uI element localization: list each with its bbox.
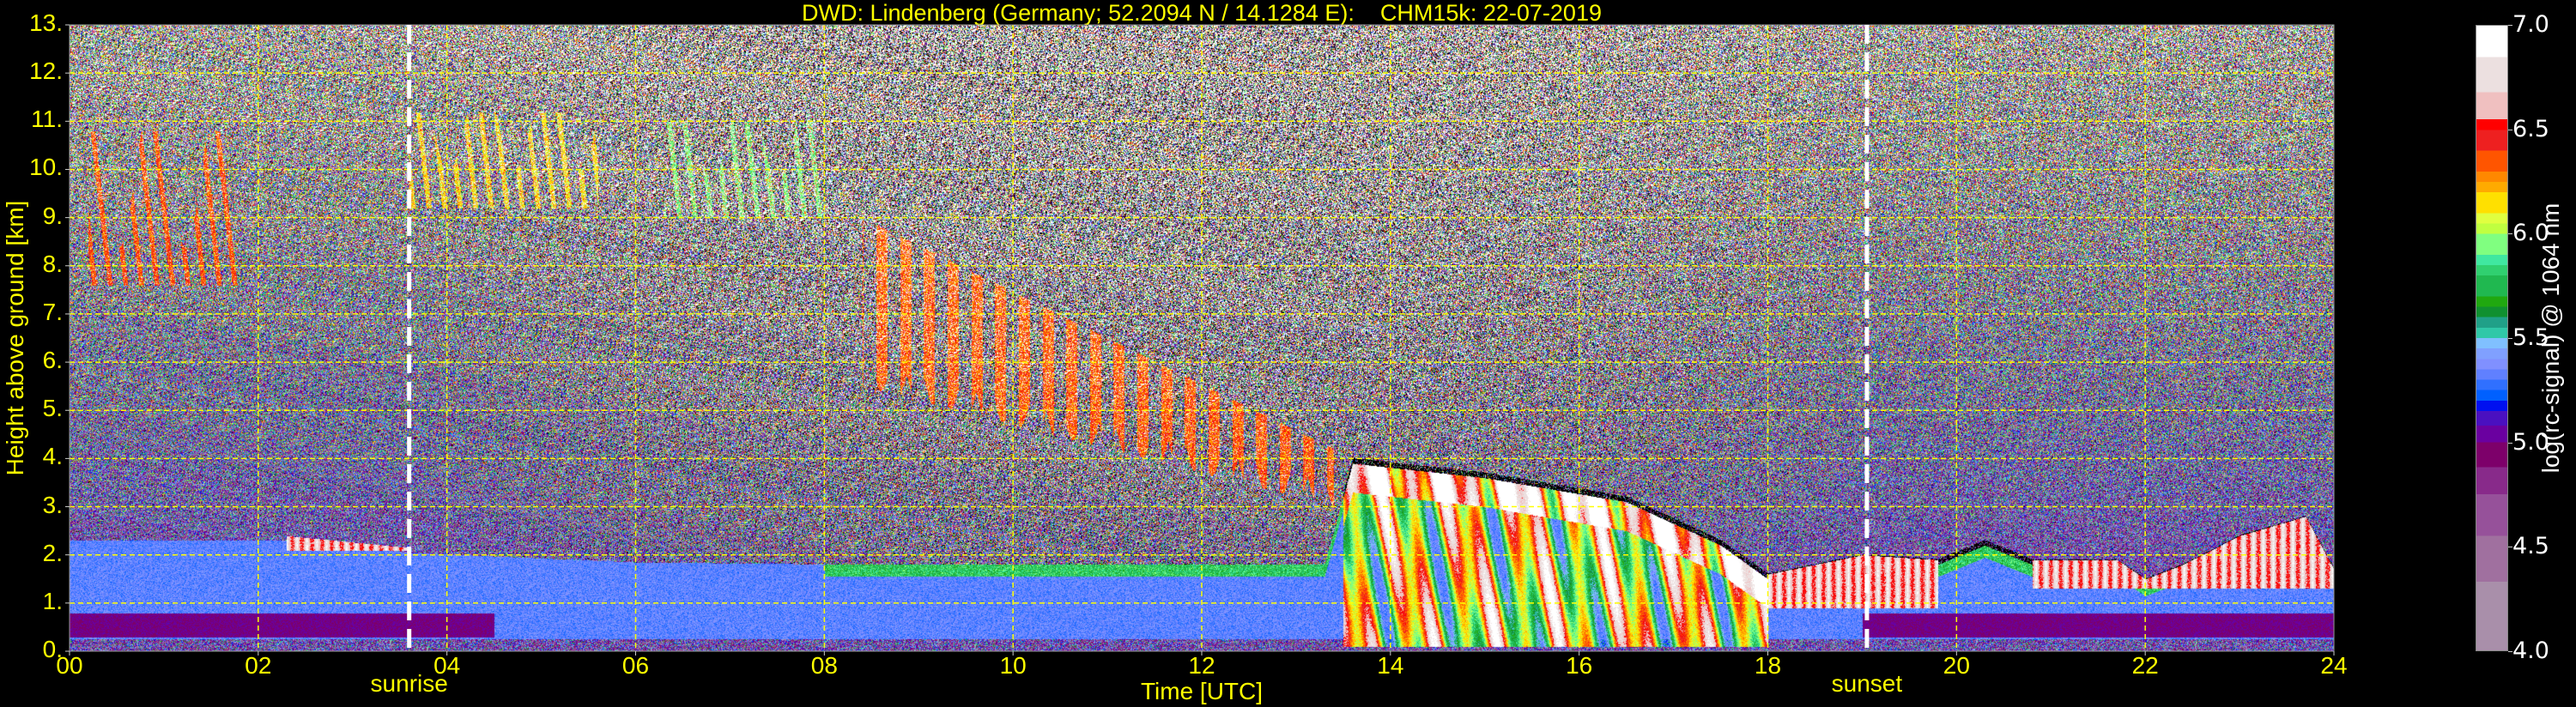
sunrise-label: sunrise bbox=[370, 670, 448, 697]
y-tick-label: 9. bbox=[42, 202, 63, 229]
colorbar-label: log(rc-signal) @ 1064 nm bbox=[2537, 202, 2564, 474]
plot-overlay bbox=[65, 24, 2335, 656]
y-tick-label: 5. bbox=[42, 395, 63, 422]
y-tick-label: 4. bbox=[42, 443, 63, 470]
y-tick-label: 11. bbox=[31, 106, 63, 133]
colorbar-tick-label: 7.0 bbox=[2512, 11, 2549, 38]
y-tick-label: 12. bbox=[29, 57, 63, 85]
y-tick-label: 3. bbox=[42, 491, 63, 518]
x-axis-label: Time [UTC] bbox=[1140, 678, 1264, 704]
colorbar-tick-label: 4.5 bbox=[2512, 533, 2549, 560]
x-tick-label: 12 bbox=[1188, 652, 1215, 679]
x-tick-label: 16 bbox=[1566, 652, 1593, 679]
y-tick-label: 8. bbox=[42, 250, 63, 277]
x-tick-label: 10 bbox=[999, 652, 1027, 679]
y-tick-label: 7. bbox=[42, 298, 63, 325]
x-tick-label: 06 bbox=[621, 652, 650, 679]
y-axis-label: Height above ground [km] bbox=[2, 200, 28, 476]
x-tick-label: 08 bbox=[810, 652, 838, 679]
sunset-label: sunset bbox=[1831, 670, 1903, 697]
x-tick-label: 14 bbox=[1377, 652, 1404, 679]
x-tick-label: 00 bbox=[56, 652, 83, 679]
colorbar-tick-label: 6.5 bbox=[2512, 115, 2549, 142]
x-tick-label: 22 bbox=[2131, 652, 2159, 679]
y-tick-label: 13. bbox=[29, 9, 63, 36]
x-tick-label: 02 bbox=[245, 652, 272, 679]
y-tick-label: 6. bbox=[42, 347, 63, 374]
x-tick-label: 20 bbox=[1943, 652, 1970, 679]
y-tick-label: 2. bbox=[42, 539, 63, 566]
y-tick-label: 10. bbox=[29, 154, 63, 181]
colorbar bbox=[2476, 25, 2508, 651]
colorbar-tick-label: 4.0 bbox=[2512, 638, 2549, 664]
y-tick-label: 1. bbox=[42, 587, 63, 614]
x-tick-label: 18 bbox=[1754, 652, 1782, 679]
x-tick-label: 24 bbox=[2320, 652, 2348, 679]
